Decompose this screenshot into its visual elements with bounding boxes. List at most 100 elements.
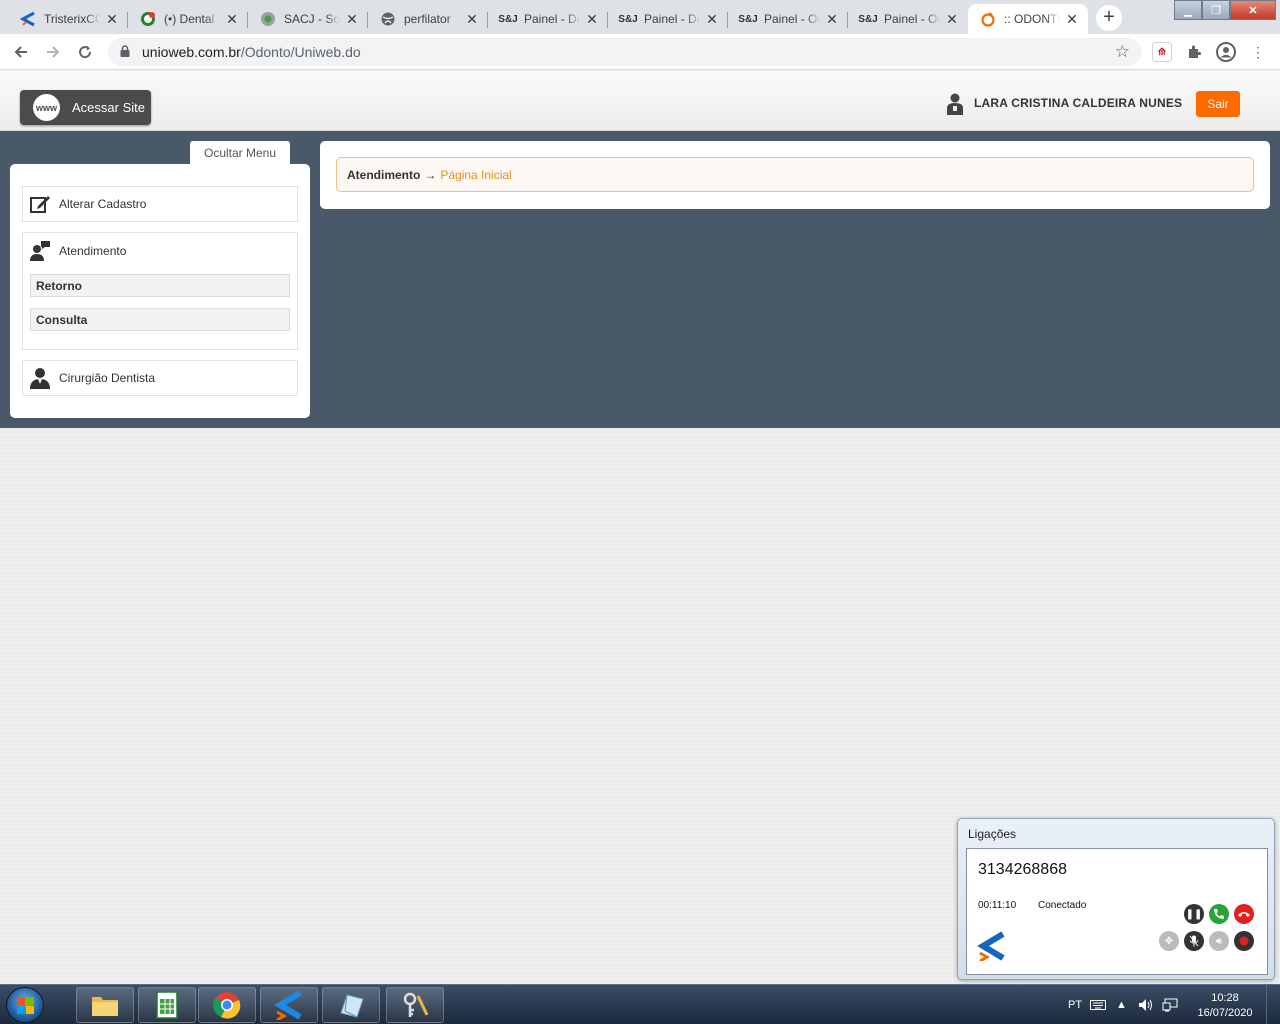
sidebar-item-alterar-cadastro[interactable]: Alterar Cadastro: [22, 186, 298, 222]
doctor-icon: [29, 367, 51, 389]
sidebar-item-atendimento[interactable]: Atendimento Retorno Consulta: [22, 232, 298, 350]
pause-call-icon[interactable]: ❚❚: [1184, 904, 1204, 924]
browser-tab[interactable]: (•) Dental ✕: [128, 4, 248, 34]
spreadsheet-icon: [156, 991, 178, 1019]
browser-tab[interactable]: S&J Painel - De ✕: [608, 4, 728, 34]
keys-tools-icon: [403, 992, 429, 1017]
whatsapp-icon: [140, 11, 156, 27]
browser-menu-icon[interactable]: ⋮: [1248, 42, 1268, 62]
sidebar-menu: Alterar Cadastro Atendimento Retorno Con…: [10, 164, 310, 418]
browser-tab[interactable]: perfilator ✕: [368, 4, 488, 34]
tab-title: perfilator: [404, 12, 451, 26]
support-user-icon: [29, 240, 51, 262]
close-icon[interactable]: ✕: [224, 11, 240, 27]
close-icon[interactable]: ✕: [584, 11, 600, 27]
folder-icon: [92, 997, 118, 1016]
hide-menu-button[interactable]: Ocultar Menu: [190, 141, 290, 164]
profile-icon[interactable]: [1216, 42, 1236, 62]
breadcrumb-separator: →: [424, 167, 437, 182]
close-icon[interactable]: ✕: [704, 11, 720, 27]
sidebar-item-cirurgiao-dentista[interactable]: Cirurgião Dentista: [22, 360, 298, 396]
taskbar-file-explorer[interactable]: [76, 987, 134, 1023]
window-close-icon[interactable]: ✕: [1230, 0, 1276, 20]
extensions-icon[interactable]: [1184, 42, 1204, 62]
taskbar-notes-app[interactable]: [322, 987, 380, 1023]
browser-tab[interactable]: SACJ - Sof ✕: [248, 4, 368, 34]
breadcrumb: Atendimento → Página Inicial: [336, 157, 1254, 192]
tristerix-icon: [20, 11, 36, 27]
start-button[interactable]: [6, 987, 44, 1023]
new-tab-button[interactable]: +: [1096, 5, 1122, 31]
close-icon[interactable]: ✕: [464, 11, 480, 27]
network-icon[interactable]: [1162, 985, 1178, 1024]
globe-icon: [380, 11, 396, 27]
browser-tab[interactable]: S&J Painel - De ✕: [488, 4, 608, 34]
access-site-button[interactable]: www Acessar Site: [20, 90, 151, 125]
forward-icon[interactable]: [40, 39, 66, 65]
submenu-atendimento: Retorno Consulta: [23, 269, 297, 337]
content-panel: Atendimento → Página Inicial: [320, 141, 1270, 209]
url-host: unioweb.com.br: [142, 44, 241, 60]
show-desktop-button[interactable]: [1266, 985, 1280, 1024]
user-name: LARA CRISTINA CALDEIRA NUNES: [974, 96, 1183, 110]
close-icon[interactable]: ✕: [944, 11, 960, 27]
submenu-item-retorno[interactable]: Retorno: [30, 274, 290, 297]
minimize-icon[interactable]: ▁: [1174, 0, 1202, 20]
close-icon[interactable]: ✕: [104, 11, 120, 27]
back-icon[interactable]: [8, 39, 34, 65]
browser-tab-active[interactable]: :: ODONTO ✕: [968, 4, 1088, 34]
logout-button[interactable]: Sair: [1196, 91, 1240, 117]
bookmark-star-icon[interactable]: ☆: [1115, 42, 1130, 62]
close-icon[interactable]: ✕: [824, 11, 840, 27]
close-icon[interactable]: ✕: [344, 11, 360, 27]
sidebar-item-label: Alterar Cadastro: [59, 197, 147, 211]
taskbar-tristerix[interactable]: [260, 987, 318, 1023]
breadcrumb-page-link[interactable]: Página Inicial: [440, 168, 511, 182]
browser-tab[interactable]: TristerixCC ✕: [8, 4, 128, 34]
system-clock[interactable]: 10:28 16/07/2020: [1190, 991, 1260, 1021]
painel-icon: S&J: [618, 13, 638, 25]
maximize-icon[interactable]: ❐: [1202, 0, 1230, 20]
browser-tab[interactable]: S&J Painel - Oc ✕: [728, 4, 848, 34]
transfer-call-icon[interactable]: ✥: [1159, 931, 1179, 951]
tray-expand-icon[interactable]: ▲: [1116, 985, 1127, 1024]
access-site-label: Acessar Site: [72, 100, 145, 115]
notes-icon: [340, 994, 364, 1018]
clock-date: 16/07/2020: [1197, 1007, 1253, 1019]
answer-call-icon[interactable]: [1209, 904, 1229, 924]
breadcrumb-section: Atendimento: [347, 167, 421, 182]
address-bar[interactable]: unioweb.com.br/Odonto/Uniweb.do ☆: [108, 38, 1142, 66]
main-band: Ocultar Menu Alterar Cadastro Atendiment…: [0, 131, 1280, 428]
tab-title: TristerixCC: [44, 12, 100, 26]
tab-title: (•) Dental: [164, 12, 215, 26]
hangup-call-icon[interactable]: [1234, 904, 1254, 924]
language-indicator[interactable]: PT: [1068, 985, 1082, 1024]
taskbar-spreadsheet[interactable]: [138, 987, 196, 1023]
site-header: www Acessar Site LARA CRISTINA CALDEIRA …: [0, 71, 1280, 131]
browser-tab[interactable]: S&J Painel - Oc ✕: [848, 4, 968, 34]
close-icon[interactable]: ✕: [1064, 11, 1080, 27]
keyboard-icon[interactable]: [1090, 985, 1106, 1024]
pdf-extension-icon[interactable]: ⟰: [1152, 42, 1172, 62]
volume-icon[interactable]: 🔊︎: [1209, 931, 1229, 951]
painel-icon: S&J: [498, 13, 518, 25]
tab-title: :: ODONTO: [1004, 12, 1060, 26]
softphone-panel: 3134268868 00:11:10 Conectado ❚❚ ✥ 🔊︎: [966, 848, 1268, 975]
sacj-icon: [260, 11, 276, 27]
taskbar-chrome[interactable]: [198, 987, 256, 1023]
reload-icon[interactable]: [72, 39, 98, 65]
sidebar-item-label: Cirurgião Dentista: [59, 371, 156, 385]
mute-microphone-icon[interactable]: [1184, 931, 1204, 951]
odonto-icon: [980, 11, 996, 27]
call-timer: 00:11:10: [978, 900, 1017, 911]
record-call-icon[interactable]: [1234, 931, 1254, 951]
speaker-icon[interactable]: [1138, 985, 1154, 1024]
windows-logo-icon: [17, 997, 34, 1014]
tristerix-logo: [977, 931, 1005, 961]
tristerix-icon: [274, 990, 302, 1020]
painel-icon: S&J: [858, 13, 878, 25]
submenu-item-consulta[interactable]: Consulta: [30, 308, 290, 331]
os-taskbar: PT ▲ 10:28 16/07/2020: [0, 984, 1280, 1024]
tab-title: Painel - De: [524, 12, 580, 26]
taskbar-tools-app[interactable]: [386, 987, 444, 1023]
